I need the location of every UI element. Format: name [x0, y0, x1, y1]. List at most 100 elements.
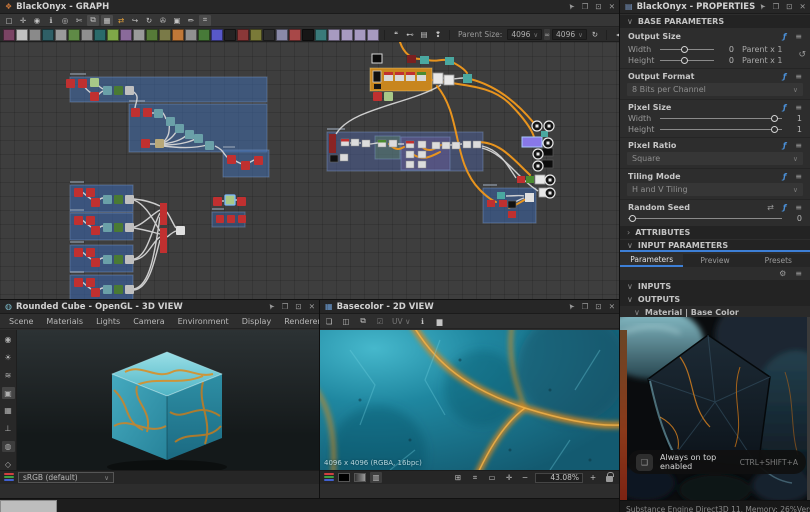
- channels-icon[interactable]: ▥: [370, 472, 382, 483]
- close-icon[interactable]: ✕: [609, 2, 615, 11]
- float-window-icon[interactable]: ❐: [282, 302, 289, 311]
- paint-icon[interactable]: ✏: [185, 15, 197, 26]
- float-window-icon[interactable]: ❐: [582, 302, 589, 311]
- zoom-in-button[interactable]: +: [587, 472, 599, 483]
- pixel-ratio-select[interactable]: Square ∨: [627, 152, 803, 165]
- section-base-parameters[interactable]: ∨ BASE PARAMETERS: [620, 15, 810, 28]
- tools-icon[interactable]: ✇: [157, 15, 169, 26]
- droplet-node-icon[interactable]: [42, 29, 54, 41]
- grid-icon[interactable]: ⊞: [452, 472, 464, 483]
- axes-icon[interactable]: ⊥: [2, 423, 15, 435]
- grid-node-icon[interactable]: [133, 29, 145, 41]
- width-slider[interactable]: [660, 113, 782, 124]
- export-image-icon[interactable]: ❏: [323, 316, 335, 327]
- menu-materials[interactable]: Materials: [46, 317, 83, 326]
- pin-icon[interactable]: ➤: [757, 1, 768, 11]
- warp-node-icon[interactable]: [120, 29, 132, 41]
- environment-icon[interactable]: ≋: [2, 370, 15, 382]
- comment-icon[interactable]: ❝: [390, 29, 402, 40]
- todo-icon[interactable]: ❢: [432, 29, 444, 40]
- function-icon[interactable]: ƒ: [783, 103, 786, 112]
- options-menu-icon[interactable]: ≡: [795, 172, 802, 181]
- fit-view-icon[interactable]: ▭: [486, 472, 498, 483]
- height-slider[interactable]: [660, 55, 714, 66]
- menu-display[interactable]: Display: [242, 317, 272, 326]
- view2d-titlebar[interactable]: ▦ Basecolor - 2D VIEW ➤ ❐ ⊡ ✕: [320, 300, 620, 314]
- pixel-ruler-icon[interactable]: ⌗: [469, 472, 481, 483]
- zoom-level-input[interactable]: [535, 473, 583, 483]
- slope-blur-node-icon[interactable]: [107, 29, 119, 41]
- photo-icon[interactable]: ▣: [2, 387, 15, 399]
- fill-node-icon[interactable]: [289, 29, 301, 41]
- view3d-titlebar[interactable]: ◍ Rounded Cube - OpenGL - 3D VIEW ➤ ❐ ⊡ …: [0, 300, 320, 314]
- shuffle-node-icon[interactable]: [55, 29, 67, 41]
- output-preview-image[interactable]: ❑ Always on top enabled CTRL+SHIFT+A: [620, 317, 810, 500]
- curve-black-node-icon[interactable]: [302, 29, 314, 41]
- seed-slider[interactable]: [628, 213, 782, 224]
- options-menu-icon[interactable]: ≡: [795, 103, 802, 112]
- gear-icon[interactable]: ⚙: [779, 269, 786, 278]
- image-node-icon[interactable]: ▣: [171, 15, 183, 26]
- tab-preview[interactable]: Preview: [683, 254, 746, 267]
- value-node-icon[interactable]: [224, 29, 236, 41]
- close-icon[interactable]: ✕: [609, 302, 615, 311]
- snapshot-icon[interactable]: ◉: [31, 15, 43, 26]
- frame-select-icon[interactable]: ▢: [3, 15, 15, 26]
- section-outputs[interactable]: ∨ OUTPUTS: [620, 293, 810, 306]
- menu-lights[interactable]: Lights: [96, 317, 120, 326]
- section-input-parameters[interactable]: ∨ INPUT PARAMETERS: [620, 240, 810, 252]
- link-create-icon[interactable]: ⇄: [115, 15, 127, 26]
- info-icon[interactable]: ℹ: [417, 316, 429, 327]
- blur-node-icon[interactable]: [29, 29, 41, 41]
- transform-node-icon[interactable]: [328, 29, 340, 41]
- menu-camera[interactable]: Camera: [133, 317, 164, 326]
- frame-node-icon[interactable]: ▤: [418, 29, 430, 40]
- view3d-viewport[interactable]: [17, 330, 320, 470]
- pan-icon[interactable]: ✛: [17, 15, 29, 26]
- tile-teal-node-icon[interactable]: [315, 29, 327, 41]
- text-node-icon[interactable]: [263, 29, 275, 41]
- colorspace-select[interactable]: sRGB (default) ∨: [18, 472, 114, 483]
- transform3-node-icon[interactable]: [354, 29, 366, 41]
- parent-size-height-combo[interactable]: 4096 ∨: [552, 29, 587, 40]
- options-menu-icon[interactable]: ≡: [795, 203, 802, 212]
- float-window-icon[interactable]: ❐: [773, 2, 780, 11]
- info-icon[interactable]: ℹ: [45, 15, 57, 26]
- function-icon[interactable]: ƒ: [783, 72, 786, 81]
- width-slider[interactable]: [660, 44, 714, 55]
- histogram-icon[interactable]: ▆: [434, 316, 446, 327]
- warning-node-icon[interactable]: [250, 29, 262, 41]
- transform4-node-icon[interactable]: [367, 29, 379, 41]
- gradient-node-icon[interactable]: [68, 29, 80, 41]
- function-icon[interactable]: ƒ: [783, 203, 786, 212]
- menu-scene[interactable]: Scene: [9, 317, 33, 326]
- shape-node-icon[interactable]: [185, 29, 197, 41]
- uniform-red-node-icon[interactable]: [237, 29, 249, 41]
- clouds-node-icon[interactable]: [159, 29, 171, 41]
- function-icon[interactable]: ƒ: [783, 172, 786, 181]
- gradient-swatch[interactable]: [354, 473, 366, 482]
- levels-node-icon[interactable]: [16, 29, 28, 41]
- cut-links-icon[interactable]: ✄: [73, 15, 85, 26]
- lock-icon[interactable]: [606, 476, 613, 482]
- options-menu-icon[interactable]: ≡: [795, 72, 802, 81]
- node-graph-canvas[interactable]: [0, 42, 620, 300]
- pin-icon[interactable]: ➤: [266, 301, 277, 311]
- maximize-icon[interactable]: ⊡: [786, 2, 792, 11]
- tiling-mode-select[interactable]: H and V Tiling ∨: [627, 183, 803, 196]
- color-wheel-node-icon[interactable]: [211, 29, 223, 41]
- grid-snap-icon[interactable]: ⌗: [199, 15, 211, 26]
- uv-toggle-icon[interactable]: ☑: [374, 316, 386, 327]
- uniform-color-node-icon[interactable]: [3, 29, 15, 41]
- maximize-icon[interactable]: ⊡: [595, 302, 601, 311]
- close-icon[interactable]: ✕: [309, 302, 315, 311]
- maximize-icon[interactable]: ⊡: [595, 2, 601, 11]
- light-icon[interactable]: ☀: [2, 352, 15, 364]
- graph-view-icon[interactable]: ⧉: [87, 15, 99, 26]
- pyramid-node-icon[interactable]: [198, 29, 210, 41]
- view2d-viewport[interactable]: 4096 x 4096 (RGBA, 16bpc): [320, 330, 620, 470]
- section-attributes[interactable]: › ATTRIBUTES: [620, 226, 810, 239]
- wireframe-icon[interactable]: ◇: [2, 458, 15, 470]
- float-window-icon[interactable]: ❐: [582, 2, 589, 11]
- shuffle-icon[interactable]: ⇄: [767, 203, 774, 212]
